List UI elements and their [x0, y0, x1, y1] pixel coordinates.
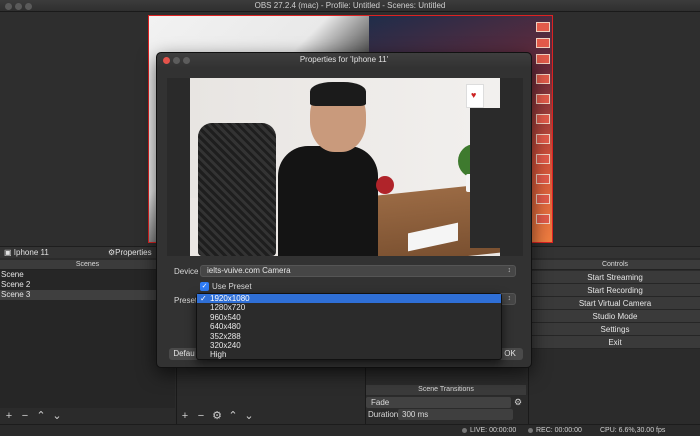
move-down-icon[interactable]: ⌄	[50, 410, 64, 422]
status-bar: LIVE: 00:00:00 REC: 00:00:00 CPU: 6.6%,3…	[0, 424, 700, 436]
studio-mode-button[interactable]: Studio Mode	[530, 310, 700, 323]
desktop-file-icon	[536, 134, 550, 144]
live-time: LIVE: 00:00:00	[470, 427, 517, 434]
live-indicator-icon	[462, 427, 467, 433]
controls-header: Controls	[530, 260, 700, 270]
start-streaming-button[interactable]: Start Streaming	[530, 271, 700, 284]
remove-source-icon[interactable]: −	[194, 410, 208, 422]
add-source-icon[interactable]: +	[178, 410, 192, 422]
chevron-updown-icon: ↕	[507, 295, 512, 302]
start-recording-button[interactable]: Start Recording	[530, 284, 700, 297]
rec-time: REC: 00:00:00	[536, 427, 582, 434]
defaults-button[interactable]: Defau	[169, 348, 199, 360]
duration-input[interactable]: 300 ms	[398, 409, 513, 420]
rec-status: REC: 00:00:00	[528, 425, 582, 436]
preset-option[interactable]: ✓ 1920x1080	[197, 294, 501, 304]
move-up-icon[interactable]: ⌃	[226, 410, 240, 422]
transition-gear-icon[interactable]: ⚙	[514, 397, 522, 408]
desktop-file-icon	[536, 74, 550, 84]
desktop-file-icon	[536, 194, 550, 204]
scenes-header: Scenes	[0, 260, 175, 270]
chevron-updown-icon: ↕	[507, 267, 512, 274]
preset-option-label: 1920x1080	[210, 294, 250, 303]
controls-panel: Start Streaming Start Recording Start Vi…	[530, 271, 700, 349]
use-preset-checkbox[interactable]: ✓	[200, 282, 209, 291]
move-up-icon[interactable]: ⌃	[34, 410, 48, 422]
properties-label: Properties	[115, 248, 152, 257]
device-select[interactable]: ielts-vuive.com Camera ↕	[200, 265, 516, 277]
camera-feed-image	[190, 78, 500, 256]
desktop-file-icon	[536, 38, 550, 48]
sources-toolbar: + − ⚙ ⌃ ⌄	[178, 410, 258, 422]
exit-button[interactable]: Exit	[530, 336, 700, 349]
properties-button[interactable]: ⚙Properties	[106, 247, 152, 259]
start-virtual-camera-button[interactable]: Start Virtual Camera	[530, 297, 700, 310]
desktop-file-icon	[536, 54, 550, 64]
heart-poster-icon	[466, 84, 484, 108]
preset-option[interactable]: 640x480	[197, 322, 501, 331]
preset-option-label: 640x480	[210, 322, 241, 332]
desktop-file-icon	[536, 22, 550, 32]
transition-value: Fade	[371, 398, 390, 407]
preset-label: Preset	[174, 296, 198, 305]
preset-option[interactable]: High	[197, 350, 501, 359]
dialog-title-bar: Properties for 'Iphone 11'	[157, 53, 531, 67]
preset-option-label: 960x540	[210, 312, 241, 322]
preset-option-label: 320x240	[210, 340, 241, 350]
preset-dropdown-menu: ✓ 1920x1080 1280x720 960x540 640x480 352x…	[196, 293, 502, 360]
preset-option[interactable]: 960x540	[197, 313, 501, 322]
scene-item[interactable]: Scene	[0, 270, 175, 280]
scene-item-selected[interactable]: Scene 3	[0, 290, 175, 300]
title-bar: OBS 27.2.4 (mac) - Profile: Untitled - S…	[0, 0, 700, 12]
desktop-file-icon	[536, 114, 550, 124]
window-title: OBS 27.2.4 (mac) - Profile: Untitled - S…	[254, 1, 446, 10]
rec-indicator-icon	[528, 427, 533, 433]
dialog-close-button[interactable]	[163, 57, 170, 64]
duration-label: Duration	[368, 410, 399, 419]
controls-header-label: Controls	[601, 261, 629, 268]
selected-source-name: Iphone 11	[13, 248, 49, 257]
add-scene-icon[interactable]: +	[2, 410, 16, 422]
scenes-toolbar: + − ⌃ ⌄	[2, 410, 66, 422]
settings-button[interactable]: Settings	[530, 323, 700, 336]
desktop-file-icon	[536, 174, 550, 184]
selected-source[interactable]: ▣ Iphone 11	[2, 247, 49, 259]
dialog-zoom-button[interactable]	[183, 57, 190, 64]
preset-option[interactable]: 320x240	[197, 341, 501, 350]
remove-scene-icon[interactable]: −	[18, 410, 32, 422]
checkmark-icon: ✓	[200, 294, 207, 303]
obs-window: OBS 27.2.4 (mac) - Profile: Untitled - S…	[0, 0, 700, 436]
gear-icon[interactable]: ⚙	[210, 410, 224, 422]
use-preset-label: Use Preset	[212, 282, 252, 291]
preset-option-label: 352x288	[210, 331, 241, 341]
preset-option-label: High	[210, 350, 227, 360]
preset-option[interactable]: 1280x720	[197, 303, 501, 312]
scene-list: Scene Scene 2 Scene 3	[0, 270, 175, 408]
device-value: ielts-vuive.com Camera	[207, 266, 291, 275]
desktop-file-icon	[536, 154, 550, 164]
live-status: LIVE: 00:00:00	[462, 425, 516, 436]
scene-transitions-header: Scene Transitions	[366, 385, 526, 395]
preset-option-label: 1280x720	[210, 303, 246, 313]
desktop-file-icon	[536, 214, 550, 224]
scene-item[interactable]: Scene 2	[0, 280, 175, 290]
camera-preview	[167, 78, 523, 256]
device-label: Device	[174, 267, 199, 276]
scenes-header-label: Scenes	[75, 261, 100, 268]
preset-option[interactable]: 352x288	[197, 332, 501, 341]
transition-select[interactable]: Fade	[366, 397, 511, 408]
move-down-icon[interactable]: ⌄	[242, 410, 256, 422]
desktop-file-icon	[536, 94, 550, 104]
dialog-minimize-button[interactable]	[173, 57, 180, 64]
cpu-status: CPU: 6.6%,30.00 fps	[600, 427, 666, 434]
camera-icon: ▣	[4, 248, 12, 257]
dialog-title: Properties for 'Iphone 11'	[299, 55, 389, 64]
